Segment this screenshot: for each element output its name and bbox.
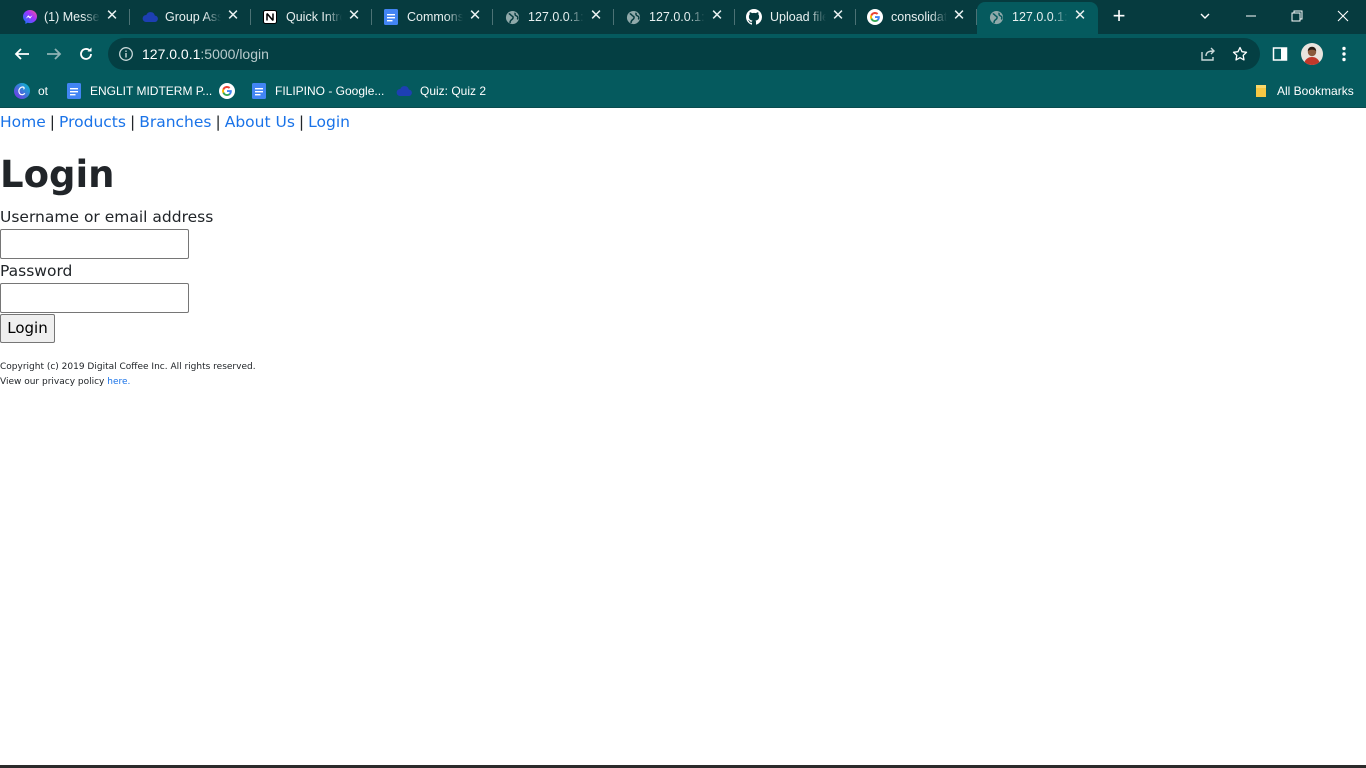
menu-kebab-icon[interactable] (1332, 42, 1356, 66)
side-panel-icon[interactable] (1268, 42, 1292, 66)
messenger-icon (22, 9, 38, 25)
page-footer: Copyright (c) 2019 Digital Coffee Inc. A… (0, 360, 256, 390)
browser-tab[interactable]: 127.0.0.1:5000 ✕ (493, 0, 614, 34)
close-tab-icon[interactable]: ✕ (346, 8, 362, 24)
google-icon (867, 9, 883, 25)
close-tab-icon[interactable]: ✕ (225, 8, 241, 24)
nav-link-about-us[interactable]: About Us (225, 113, 295, 131)
folder-icon (1253, 83, 1269, 99)
browser-tab-active[interactable]: 127.0.0.1:5000 ✕ (977, 2, 1098, 34)
username-label: Username or email address (0, 208, 214, 226)
profile-avatar[interactable] (1300, 42, 1324, 66)
tab-title: Group Assignment (165, 10, 221, 24)
nav-link-branches[interactable]: Branches (139, 113, 211, 131)
nav-link-login[interactable]: Login (308, 113, 350, 131)
tab-title: consolidate (891, 10, 947, 24)
tab-search-icon[interactable] (1193, 4, 1217, 28)
google-icon (219, 83, 235, 99)
nav-separator: | (298, 113, 305, 131)
all-bookmarks-label: All Bookmarks (1277, 84, 1354, 98)
privacy-policy-link[interactable]: here. (107, 377, 130, 387)
nav-link-products[interactable]: Products (59, 113, 126, 131)
page-content: Home | Products | Branches | About Us | Login Lo… (0, 109, 1366, 765)
browser-tab[interactable]: Upload files ✕ (735, 0, 856, 34)
nav-separator: | (49, 113, 56, 131)
login-button[interactable]: Login (0, 314, 55, 343)
share-icon[interactable] (1199, 45, 1217, 63)
minimize-icon[interactable] (1239, 4, 1263, 28)
browser-tab[interactable]: consolidate ✕ (856, 0, 977, 34)
tab-strip: (1) Messenger ✕ Group Assignment ✕ Quick… (0, 0, 1366, 34)
bookmark-label: Quiz: Quiz 2 (420, 84, 487, 98)
browser-tab[interactable]: Quick Introduction ✕ (251, 0, 372, 34)
copyright-text: Copyright (c) 2019 Digital Coffee Inc. A… (0, 362, 256, 372)
tab-title: Commons (407, 10, 463, 24)
nav-separator: | (129, 113, 136, 131)
browser-tab[interactable]: Group Assignment ✕ (130, 0, 251, 34)
docs-icon (383, 9, 399, 25)
tab-title: 127.0.0.1:5000 (1012, 10, 1068, 24)
forward-arrow-icon[interactable] (42, 42, 66, 66)
bookmark-label: ENGLIT MIDTERM P... (90, 84, 213, 98)
close-tab-icon[interactable]: ✕ (588, 8, 604, 24)
all-bookmarks-button[interactable]: All Bookmarks (1253, 82, 1354, 100)
cloud-icon (396, 83, 412, 99)
globe-icon (625, 9, 641, 25)
bookmark-item[interactable]: Quiz: Quiz 2 (396, 82, 486, 100)
close-tab-icon[interactable]: ✕ (467, 8, 483, 24)
cloud-icon (142, 9, 158, 25)
username-input[interactable] (0, 229, 189, 259)
bookmarks-bar: ot ENGLIT MIDTERM P... FILIPINO - Google… (0, 74, 1366, 108)
privacy-text: View our privacy policy (0, 377, 108, 387)
github-icon (746, 9, 762, 25)
new-tab-button[interactable]: + (1108, 5, 1130, 28)
url-path: :5000/login (200, 46, 269, 62)
page-title: Login (0, 153, 115, 196)
reload-icon[interactable] (74, 42, 98, 66)
close-tab-icon[interactable]: ✕ (709, 8, 725, 24)
back-arrow-icon[interactable] (10, 42, 34, 66)
close-tab-icon[interactable]: ✕ (104, 8, 120, 24)
docs-icon (251, 83, 267, 99)
address-bar[interactable]: 127.0.0.1:5000/login (108, 38, 1260, 70)
notion-icon (262, 9, 278, 25)
tab-title: (1) Messenger (44, 10, 100, 24)
docs-icon (66, 83, 82, 99)
bookmark-star-icon[interactable] (1231, 45, 1249, 63)
site-nav: Home | Products | Branches | About Us | Login (0, 112, 350, 132)
browser-tab[interactable]: Commons ✕ (372, 0, 493, 34)
nav-link-home[interactable]: Home (0, 113, 46, 131)
tab-title: 127.0.0.1:5000 (649, 10, 705, 24)
tab-title: 127.0.0.1:5000 (528, 10, 584, 24)
close-window-icon[interactable] (1331, 4, 1355, 28)
globe-icon (504, 9, 520, 25)
tab-title: Quick Introduction (286, 10, 342, 24)
privacy-line: View our privacy policy here. (0, 375, 256, 390)
browser-tab[interactable]: (1) Messenger ✕ (0, 0, 130, 34)
browser-tab[interactable]: 127.0.0.1:5000 ✕ (614, 0, 735, 34)
browser-toolbar: 127.0.0.1:5000/login (0, 34, 1366, 74)
globe-icon (988, 9, 1004, 25)
tab-title: Upload files (770, 10, 826, 24)
close-tab-icon[interactable]: ✕ (951, 8, 967, 24)
bookmark-item[interactable]: ENGLIT MIDTERM P... (66, 82, 212, 100)
url-text[interactable]: 127.0.0.1:5000/login (142, 46, 269, 62)
bookmark-item[interactable]: FILIPINO - Google... (251, 82, 384, 100)
bookmark-item[interactable] (219, 82, 243, 100)
restore-icon[interactable] (1285, 4, 1309, 28)
nav-separator: | (215, 113, 221, 131)
close-tab-icon[interactable]: ✕ (830, 8, 846, 24)
bookmark-label: ot (38, 84, 49, 98)
bookmark-label: FILIPINO - Google... (275, 84, 385, 98)
site-info-icon[interactable] (118, 46, 134, 62)
close-tab-icon[interactable]: ✕ (1072, 8, 1088, 24)
password-label: Password (0, 262, 73, 280)
password-input[interactable] (0, 283, 189, 313)
bookmark-item[interactable]: ot (14, 82, 48, 100)
canva-icon (14, 83, 30, 99)
url-host: 127.0.0.1 (142, 46, 201, 62)
